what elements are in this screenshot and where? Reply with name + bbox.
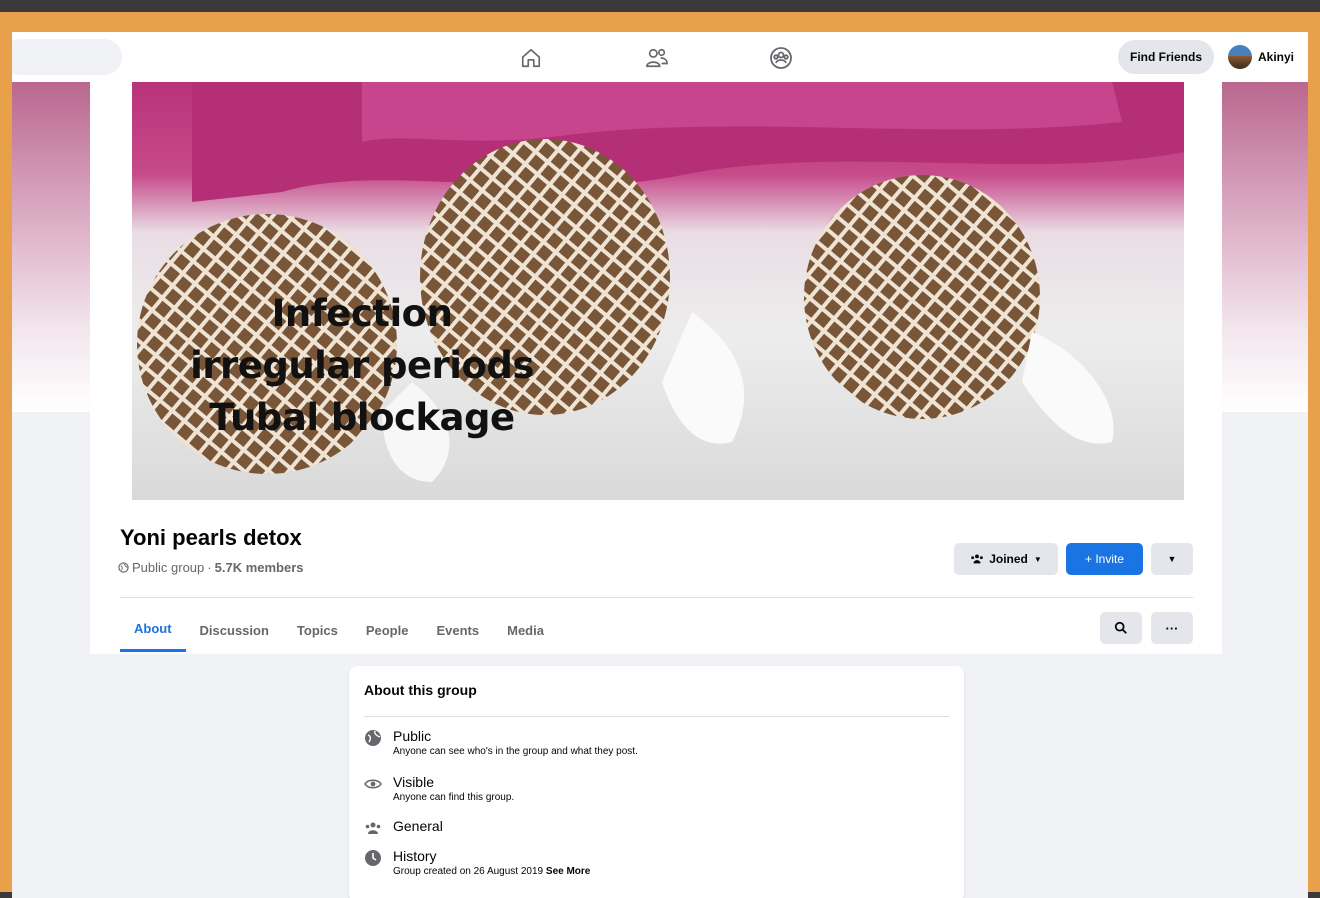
- group-privacy: Public group: [132, 560, 205, 575]
- see-more-link[interactable]: See More: [546, 866, 590, 877]
- cover-photo: Infection irregular periods Tubal blocka…: [132, 82, 1184, 500]
- tab-events[interactable]: Events: [422, 608, 493, 652]
- search-icon: [1114, 621, 1127, 634]
- about-row-visible: Visible Anyone can find this group.: [363, 774, 514, 805]
- group-title: Yoni pearls detox: [120, 525, 302, 550]
- friends-icon[interactable]: [644, 45, 670, 71]
- tab-media[interactable]: Media: [493, 608, 558, 652]
- top-nav: Find Friends Akinyi: [12, 32, 1308, 83]
- more-options-button[interactable]: ▼: [1151, 543, 1193, 575]
- more-actions-button[interactable]: ···: [1151, 612, 1193, 644]
- more-icon: ···: [1165, 620, 1179, 636]
- joined-button[interactable]: Joined ▼: [954, 543, 1058, 575]
- globe-icon: [363, 728, 383, 748]
- yoni-pearl-right: [804, 175, 1040, 419]
- meta-separator: ·: [207, 560, 212, 575]
- chevron-down-icon: ▼: [1033, 554, 1042, 564]
- about-row-public: Public Anyone can see who's in the group…: [363, 728, 638, 759]
- tab-discussion[interactable]: Discussion: [186, 608, 283, 652]
- about-divider: [364, 716, 949, 717]
- about-row-history: History Group created on 26 August 2019 …: [363, 848, 590, 879]
- about-row-title: Visible: [393, 774, 434, 790]
- group-members-count[interactable]: 5.7K members: [215, 560, 304, 575]
- home-icon[interactable]: [518, 45, 544, 71]
- header-divider: [120, 597, 1193, 598]
- about-row-desc: Anyone can find this group.: [393, 792, 515, 803]
- about-row-general: General: [363, 818, 443, 838]
- about-title: About this group: [364, 682, 477, 698]
- cover-line: irregular periods: [190, 344, 534, 387]
- avatar: [1228, 45, 1252, 69]
- tab-about[interactable]: About: [120, 608, 186, 652]
- invite-button[interactable]: + Invite: [1066, 543, 1143, 575]
- find-friends-button[interactable]: Find Friends: [1118, 40, 1214, 74]
- search-bar[interactable]: [12, 39, 122, 75]
- about-row-title: General: [393, 818, 443, 834]
- joined-label: Joined: [989, 552, 1028, 566]
- about-row-title: Public: [393, 728, 432, 744]
- clock-icon: [363, 848, 383, 868]
- group-tabs: About Discussion Topics People Events Me…: [120, 608, 558, 654]
- cover-line: Tubal blockage: [209, 396, 515, 439]
- about-card: About this group Public Anyone can see w…: [349, 666, 964, 898]
- members-icon: [971, 554, 983, 564]
- browser-viewport: Find Friends Akinyi Infection irregular …: [12, 32, 1308, 898]
- cover-text: Infection irregular periods Tubal blocka…: [172, 288, 552, 444]
- people-icon: [363, 818, 383, 838]
- profile-button[interactable]: Akinyi: [1228, 40, 1294, 74]
- about-row-desc: Group created on 26 August 2019 See More: [393, 865, 590, 879]
- eye-icon: [363, 774, 383, 794]
- about-row-title: History: [393, 848, 437, 864]
- tab-people[interactable]: People: [352, 608, 423, 652]
- globe-icon: [118, 562, 129, 573]
- history-text: Group created on 26 August 2019: [393, 866, 544, 877]
- chevron-down-icon: ▼: [1167, 554, 1177, 564]
- screenshot-frame: Find Friends Akinyi Infection irregular …: [0, 12, 1320, 898]
- tab-topics[interactable]: Topics: [283, 608, 352, 652]
- group-meta: Public group · 5.7K members: [118, 560, 304, 575]
- search-group-button[interactable]: [1100, 612, 1142, 644]
- cover-line: Infection: [271, 292, 453, 335]
- groups-icon[interactable]: [768, 45, 794, 71]
- about-row-desc: Anyone can see who's in the group and wh…: [393, 746, 638, 757]
- profile-name: Akinyi: [1258, 50, 1295, 64]
